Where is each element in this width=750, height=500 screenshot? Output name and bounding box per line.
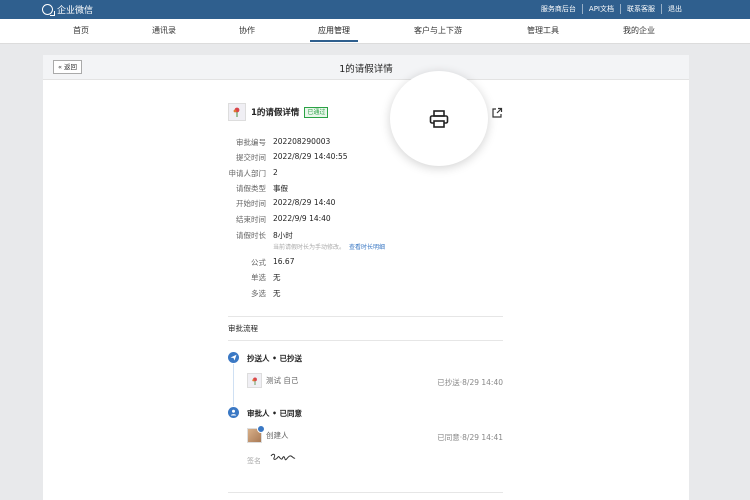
- flower-icon: [251, 376, 257, 385]
- approval-flow-title: 审批流程: [228, 324, 258, 333]
- nav-customers[interactable]: 客户与上下游: [414, 25, 462, 36]
- card-header: « 返回 1的请假详情: [43, 55, 689, 80]
- send-icon: [230, 354, 237, 361]
- nav-my-enterprise[interactable]: 我的企业: [623, 25, 655, 36]
- detail-header: 1的请假详情 已通过: [228, 103, 329, 121]
- nav-management-tools[interactable]: 管理工具: [527, 25, 559, 36]
- cc-person-name: 测试 自己: [266, 376, 299, 385]
- applicant-avatar: [228, 103, 246, 121]
- field-multi-choice: 多选 无: [251, 289, 281, 298]
- cc-step-status: 已抄送·8/29 14:40: [437, 378, 503, 387]
- duration-hint: 当前请假时长为手动修改。 查看时长明细: [273, 244, 386, 251]
- signature-image: [270, 453, 296, 461]
- nav-home[interactable]: 首页: [73, 25, 89, 36]
- flow-connector: [233, 364, 234, 406]
- field-approval-number: 审批编号 202208290003: [236, 137, 331, 147]
- field-single-choice: 单选 无: [251, 273, 281, 282]
- divider: [228, 340, 503, 341]
- field-formula: 公式 16.67: [251, 257, 295, 267]
- approver-person: 创建人: [247, 425, 289, 443]
- divider: [228, 316, 503, 317]
- approved-check-icon: [257, 425, 265, 433]
- detail-title: 1的请假详情: [251, 108, 300, 118]
- nav-contacts[interactable]: 通讯录: [152, 25, 176, 36]
- field-end-time: 结束时间 2022/9/9 14:40: [236, 214, 331, 224]
- approver-step-label: 审批人 • 已同意: [247, 409, 303, 418]
- nav-collaboration[interactable]: 协作: [239, 25, 255, 36]
- brand[interactable]: 企业微信: [42, 3, 93, 16]
- link-api-docs[interactable]: API文档: [581, 4, 620, 14]
- page-title: 1的请假详情: [339, 64, 393, 75]
- flower-icon: [233, 107, 240, 117]
- cc-person: 测试 自己: [247, 373, 298, 388]
- link-logout[interactable]: 退出: [661, 4, 688, 14]
- field-department: 申请人部门 2: [228, 168, 278, 178]
- cc-person-avatar: [247, 373, 262, 388]
- person-icon: [230, 409, 237, 416]
- field-submit-time: 提交时间 2022/8/29 14:40:55: [236, 152, 348, 162]
- wecom-logo-icon: [42, 4, 55, 16]
- printer-icon: [429, 109, 449, 128]
- main-nav: 首页 通讯录 协作 应用管理 客户与上下游 管理工具 我的企业: [0, 19, 750, 44]
- field-duration: 请假时长 8小时: [236, 231, 293, 240]
- divider: [228, 492, 503, 493]
- field-leave-type: 请假类型 事假: [236, 184, 288, 193]
- view-duration-details-link[interactable]: 查看时长明细: [349, 244, 385, 251]
- cc-step-icon: [228, 352, 239, 363]
- status-badge: 已通过: [304, 106, 329, 118]
- link-contact-support[interactable]: 联系客服: [620, 4, 661, 14]
- top-bar: 企业微信 服务商后台 API文档 联系客服 退出: [0, 0, 750, 19]
- field-start-time: 开始时间 2022/8/29 14:40: [236, 198, 336, 208]
- approver-step-status: 已同意·8/29 14:41: [437, 433, 503, 442]
- approver-name: 创建人: [266, 431, 289, 440]
- link-provider-console[interactable]: 服务商后台: [535, 4, 582, 14]
- approver-avatar: [247, 425, 265, 443]
- signature-label: 签名: [247, 457, 261, 465]
- nav-app-management[interactable]: 应用管理: [310, 25, 358, 42]
- open-external-icon[interactable]: [491, 107, 503, 119]
- brand-name: 企业微信: [57, 6, 94, 16]
- approver-step-icon: [228, 407, 239, 418]
- top-links: 服务商后台 API文档 联系客服 退出: [535, 4, 688, 14]
- cc-step-label: 抄送人 • 已抄送: [247, 354, 303, 363]
